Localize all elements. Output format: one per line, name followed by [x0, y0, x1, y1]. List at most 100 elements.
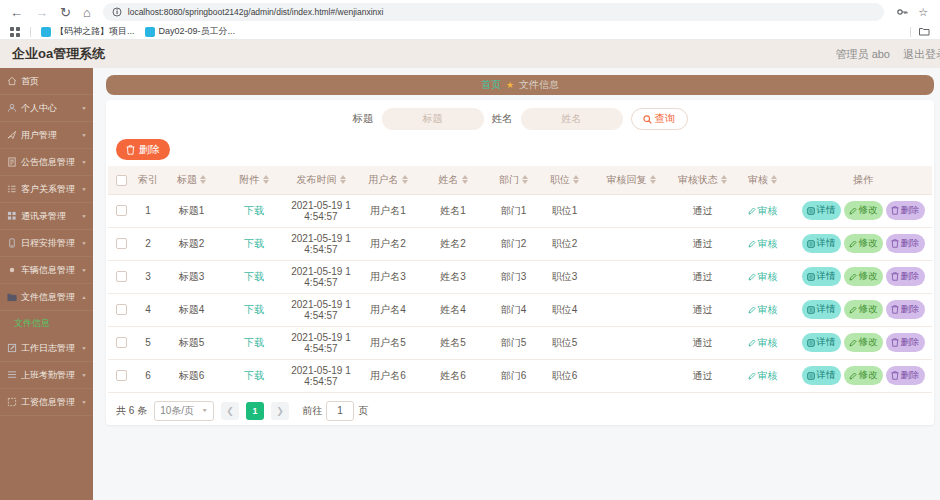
row-checkbox[interactable]	[116, 304, 127, 315]
download-link[interactable]: 下载	[244, 205, 264, 216]
edit-button[interactable]: 修改	[844, 333, 883, 352]
sidebar-item[interactable]: 车辆信息管理▼	[0, 257, 93, 284]
page-size-select[interactable]: 10条/页▼	[154, 401, 214, 421]
review-link[interactable]: 审核	[748, 369, 778, 383]
edit-button[interactable]: 修改	[844, 366, 883, 385]
sort-icon[interactable]	[340, 175, 346, 184]
site-info-icon[interactable]	[112, 7, 122, 17]
other-bookmarks-folder-icon[interactable]	[919, 27, 930, 36]
delete-row-button[interactable]: 删除	[886, 201, 925, 220]
sidebar-item[interactable]: 上班考勤管理▼	[0, 362, 93, 389]
bookmark-item[interactable]: Day02-09-员工分...	[145, 25, 236, 38]
row-checkbox[interactable]	[116, 370, 127, 381]
detail-button[interactable]: 详情	[802, 234, 841, 253]
delete-row-button[interactable]: 删除	[886, 234, 925, 253]
bookmark-item[interactable]: 【码神之路】项目...	[41, 25, 135, 38]
sort-icon[interactable]	[402, 175, 408, 184]
breadcrumb-home[interactable]: 首页	[481, 78, 501, 92]
edit-button[interactable]: 修改	[844, 234, 883, 253]
sidebar-item[interactable]: 公告信息管理▼	[0, 149, 93, 176]
apps-grid-icon[interactable]	[10, 27, 20, 37]
query-button[interactable]: 查询	[631, 108, 688, 130]
column-header[interactable]: 附件	[222, 166, 286, 194]
row-checkbox[interactable]	[116, 238, 127, 249]
menu-icon	[7, 370, 17, 380]
home-icon[interactable]: ⌂	[83, 6, 91, 19]
edit-button[interactable]: 修改	[844, 201, 883, 220]
sidebar-item[interactable]: 日程安排管理▼	[0, 230, 93, 257]
logout-button[interactable]: 退出登录	[903, 47, 940, 62]
edit-button[interactable]: 修改	[844, 300, 883, 319]
name-input[interactable]: 姓名	[521, 108, 623, 130]
delete-row-button[interactable]: 删除	[886, 333, 925, 352]
row-checkbox[interactable]	[116, 205, 127, 216]
forward-icon[interactable]: →	[35, 6, 48, 19]
select-all-checkbox[interactable]	[116, 175, 127, 186]
delete-row-button[interactable]: 删除	[886, 366, 925, 385]
prev-page-button[interactable]: ❮	[221, 402, 239, 420]
sort-icon[interactable]	[263, 175, 269, 184]
sort-icon[interactable]	[721, 175, 727, 184]
column-header[interactable]: 审核状态	[674, 166, 731, 194]
detail-button[interactable]: 详情	[802, 333, 841, 352]
page-number-button[interactable]: 1	[246, 402, 264, 420]
sort-icon[interactable]	[462, 175, 468, 184]
column-header[interactable]: 职位	[541, 166, 588, 194]
cell-username: 用户名3	[356, 260, 420, 293]
column-header[interactable]: 审核回复	[588, 166, 674, 194]
delete-row-button[interactable]: 删除	[886, 267, 925, 286]
sort-icon[interactable]	[771, 175, 777, 184]
review-link[interactable]: 审核	[748, 237, 778, 251]
sidebar-item[interactable]: 客户关系管理▼	[0, 176, 93, 203]
title-input[interactable]: 标题	[382, 108, 484, 130]
sort-icon[interactable]	[573, 175, 579, 184]
detail-button[interactable]: 详情	[802, 201, 841, 220]
address-bar[interactable]: localhost:8080/springboot2142g/admin/dis…	[103, 3, 884, 21]
download-link[interactable]: 下载	[244, 271, 264, 282]
row-checkbox[interactable]	[116, 271, 127, 282]
sort-icon[interactable]	[650, 175, 656, 184]
password-key-icon[interactable]	[896, 6, 908, 18]
cell-index: 2	[135, 227, 161, 260]
column-header[interactable]: 发布时间	[286, 166, 356, 194]
detail-button[interactable]: 详情	[802, 366, 841, 385]
back-icon[interactable]: ←	[10, 6, 23, 19]
column-header[interactable]: 审核	[731, 166, 794, 194]
reload-icon[interactable]: ↻	[60, 6, 71, 19]
delete-button[interactable]: 删除	[116, 139, 170, 160]
sidebar-item[interactable]: 文件信息管理▲	[0, 284, 93, 311]
download-link[interactable]: 下载	[244, 304, 264, 315]
document-icon	[807, 339, 815, 347]
cell-index: 1	[135, 194, 161, 227]
sidebar-item[interactable]: 用户管理▼	[0, 122, 93, 149]
sidebar-item[interactable]: 工资信息管理▼	[0, 389, 93, 416]
edit-button[interactable]: 修改	[844, 267, 883, 286]
sidebar-item[interactable]: 个人中心▼	[0, 95, 93, 122]
download-link[interactable]: 下载	[244, 370, 264, 381]
column-header[interactable]: 姓名	[420, 166, 486, 194]
detail-button[interactable]: 详情	[802, 267, 841, 286]
review-link[interactable]: 审核	[748, 270, 778, 284]
sort-icon[interactable]	[522, 175, 528, 184]
cell-position: 职位3	[541, 260, 588, 293]
column-header[interactable]: 部门	[486, 166, 541, 194]
bookmark-star-icon[interactable]: ☆	[918, 7, 928, 18]
review-link[interactable]: 审核	[748, 204, 778, 218]
sidebar-subitem[interactable]: 文件信息	[0, 311, 93, 335]
column-header[interactable]: 标题	[161, 166, 222, 194]
sort-icon[interactable]	[200, 175, 206, 184]
goto-page-input[interactable]: 1	[326, 401, 354, 421]
sidebar-item[interactable]: 通讯录管理▼	[0, 203, 93, 230]
review-link[interactable]: 审核	[748, 303, 778, 317]
row-checkbox[interactable]	[116, 337, 127, 348]
delete-row-button[interactable]: 删除	[886, 300, 925, 319]
cell-index: 6	[135, 359, 161, 392]
detail-button[interactable]: 详情	[802, 300, 841, 319]
sidebar-item[interactable]: 首页	[0, 68, 93, 95]
sidebar-item[interactable]: 工作日志管理▼	[0, 335, 93, 362]
column-header[interactable]: 用户名	[356, 166, 420, 194]
review-link[interactable]: 审核	[748, 336, 778, 350]
download-link[interactable]: 下载	[244, 337, 264, 348]
download-link[interactable]: 下载	[244, 238, 264, 249]
next-page-button[interactable]: ❯	[271, 402, 289, 420]
